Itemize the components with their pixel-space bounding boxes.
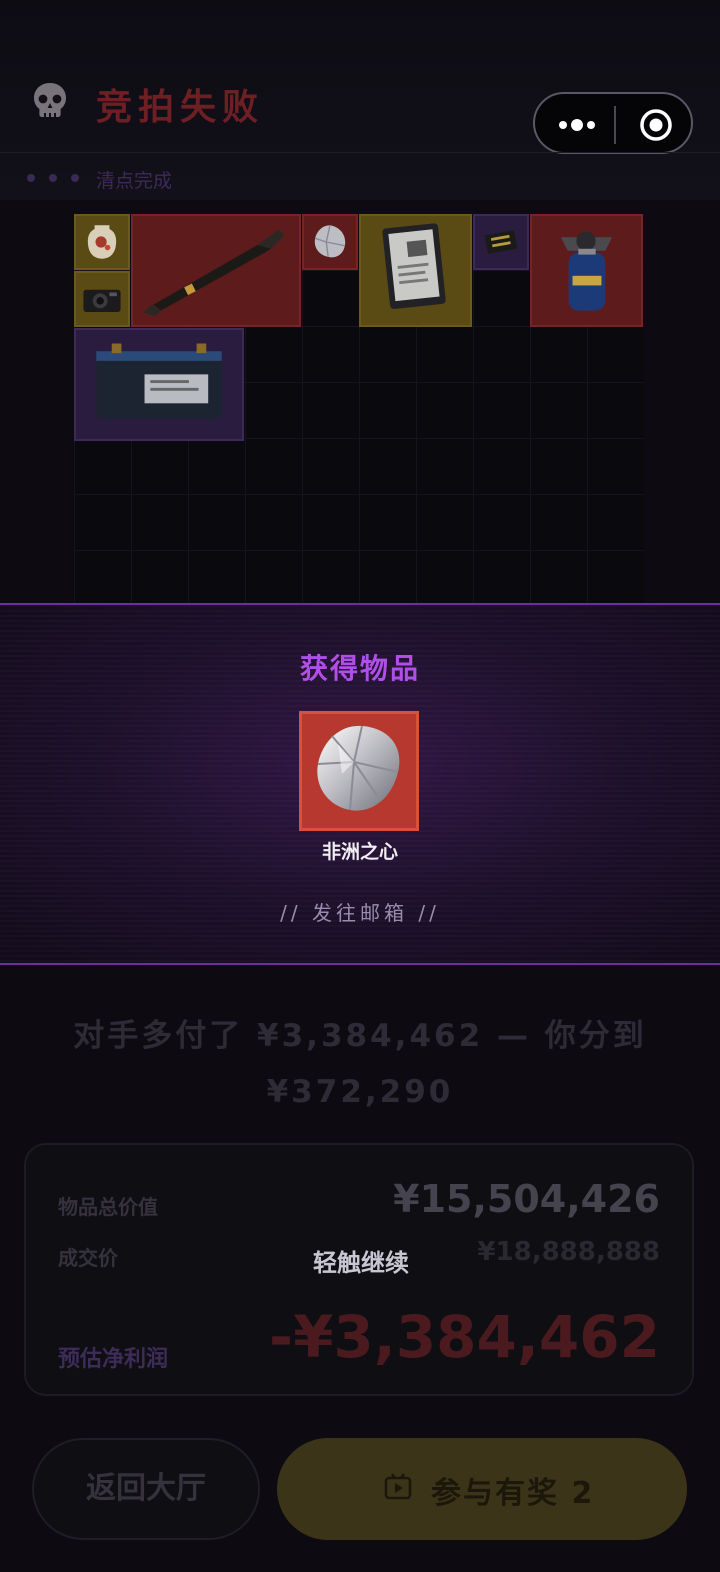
missile-icon xyxy=(143,229,285,317)
camera-icon xyxy=(83,289,121,312)
diamond-item[interactable] xyxy=(302,214,358,270)
document-icon xyxy=(382,223,446,309)
battery-item[interactable] xyxy=(74,328,244,441)
progress-dots-icon xyxy=(27,174,79,182)
capsule-divider xyxy=(614,106,616,144)
camera-item[interactable] xyxy=(74,271,130,327)
share-message-line1: 对手多付了 ¥3,384,462 — 你分到 xyxy=(73,1018,647,1054)
share-message: 对手多付了 ¥3,384,462 — 你分到 ¥372,290 xyxy=(60,1008,660,1120)
vase-icon xyxy=(87,225,117,259)
join-reward-button[interactable]: 参与有奖 2 xyxy=(277,1438,687,1540)
send-to-mailbox-link[interactable]: // 发往邮箱 // xyxy=(0,897,720,926)
net-profit-label: 预估净利润 xyxy=(58,1347,169,1372)
more-dots-icon[interactable] xyxy=(557,112,597,138)
join-reward-label: 参与有奖 2 xyxy=(431,1476,595,1511)
video-play-icon xyxy=(384,1473,412,1500)
reward-item-card[interactable] xyxy=(299,711,419,831)
status-text: 清点完成 xyxy=(96,170,173,192)
page-title: 竞拍失败 xyxy=(96,87,265,128)
circuit-board-icon xyxy=(484,230,518,254)
reward-item-name: 非洲之心 xyxy=(321,841,398,863)
target-icon[interactable] xyxy=(639,108,673,142)
diamond-icon xyxy=(317,725,400,811)
tap-to-continue[interactable]: 轻触继续 xyxy=(26,1243,696,1278)
back-to-lobby-button[interactable]: 返回大厅 xyxy=(32,1438,260,1540)
reward-title: 获得物品 xyxy=(299,652,420,685)
header-divider xyxy=(0,152,720,153)
mini-program-capsule xyxy=(533,92,693,154)
inventory-grid xyxy=(74,214,644,606)
battery-icon xyxy=(96,343,222,419)
circuit-board-item[interactable] xyxy=(473,214,529,270)
gas-stove-item[interactable] xyxy=(530,214,643,327)
document-item[interactable] xyxy=(359,214,472,327)
diamond-icon xyxy=(314,225,346,258)
missile-item[interactable] xyxy=(131,214,301,327)
total-value-label: 物品总价值 xyxy=(58,1195,158,1219)
summary-panel: 物品总价值 ¥15,504,426 成交价 ¥18,888,888 轻触继续 预… xyxy=(24,1143,694,1396)
share-message-line2: ¥372,290 xyxy=(266,1074,454,1110)
skull-icon xyxy=(34,83,66,117)
vase-item[interactable] xyxy=(74,214,130,270)
net-profit-value: -¥3,384,462 xyxy=(269,1303,660,1371)
gas-stove-icon xyxy=(560,231,613,311)
total-value: ¥15,504,426 xyxy=(393,1177,660,1221)
reward-banner: 获得物品 非洲之心 // 发往邮箱 // xyxy=(0,603,720,965)
